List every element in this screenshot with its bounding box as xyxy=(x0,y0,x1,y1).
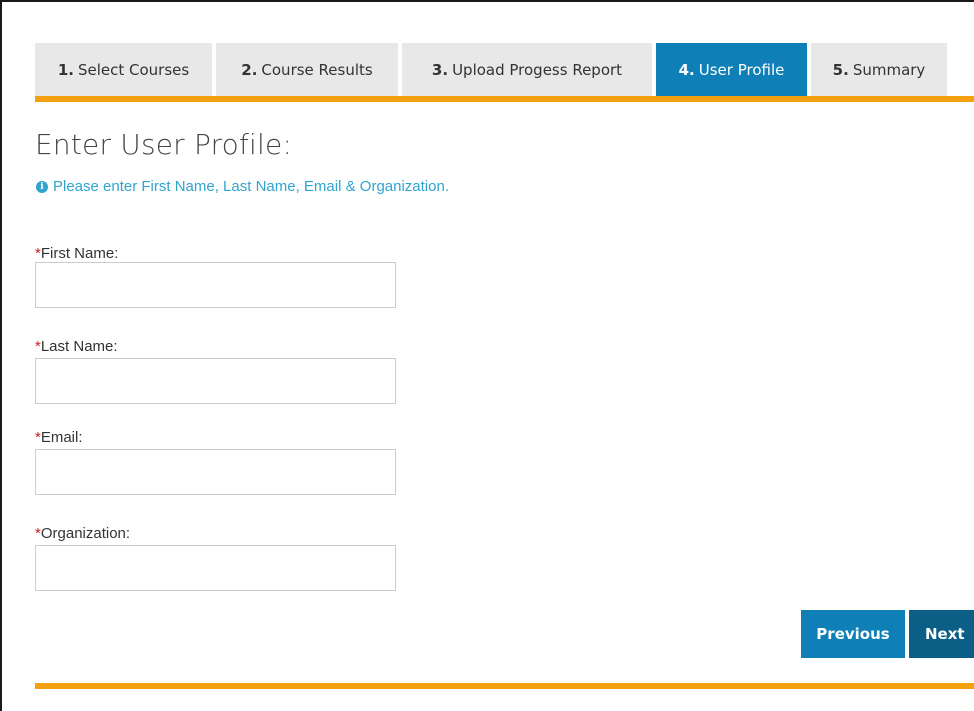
wizard-steps: 1. Select Courses 2. Course Results 3. U… xyxy=(35,43,974,96)
info-circle-icon: i xyxy=(36,180,48,193)
next-button[interactable]: Next xyxy=(909,610,974,658)
info-text: Please enter First Name, Last Name, Emai… xyxy=(53,178,449,195)
window-frame xyxy=(0,0,974,711)
first-name-label: *First Name: xyxy=(35,245,119,262)
tab-summary[interactable]: 5. Summary xyxy=(811,43,947,96)
tab-label: Upload Progess Report xyxy=(452,60,623,79)
last-name-label: *Last Name: xyxy=(35,338,118,355)
info-message: i Please enter First Name, Last Name, Em… xyxy=(36,178,449,195)
tab-course-results[interactable]: 2. Course Results xyxy=(216,43,398,96)
tab-select-courses[interactable]: 1. Select Courses xyxy=(35,43,212,96)
last-name-input[interactable] xyxy=(35,358,396,404)
bottom-divider xyxy=(35,683,974,689)
tab-label: Select Courses xyxy=(77,60,190,79)
email-label: *Email: xyxy=(35,429,83,446)
tab-user-profile[interactable]: 4. User Profile xyxy=(656,43,807,96)
tab-label: User Profile xyxy=(698,60,785,79)
organization-label: *Organization: xyxy=(35,525,131,542)
page-title: Enter User Profile: xyxy=(35,128,293,161)
tab-label: Summary xyxy=(852,60,926,79)
tab-step-number: 3. xyxy=(431,60,449,79)
tab-step-number: 5. xyxy=(832,60,849,79)
top-divider xyxy=(35,96,974,102)
tab-step-number: 1. xyxy=(57,60,74,79)
first-name-input[interactable] xyxy=(35,262,396,308)
organization-input[interactable] xyxy=(35,545,396,591)
email-input[interactable] xyxy=(35,449,396,495)
tab-step-number: 4. xyxy=(678,60,695,79)
previous-button[interactable]: Previous xyxy=(801,610,905,658)
tab-step-number: 2. xyxy=(241,60,258,79)
tab-label: Course Results xyxy=(261,60,373,79)
tab-upload-progress-report[interactable]: 3. Upload Progess Report xyxy=(402,43,652,96)
